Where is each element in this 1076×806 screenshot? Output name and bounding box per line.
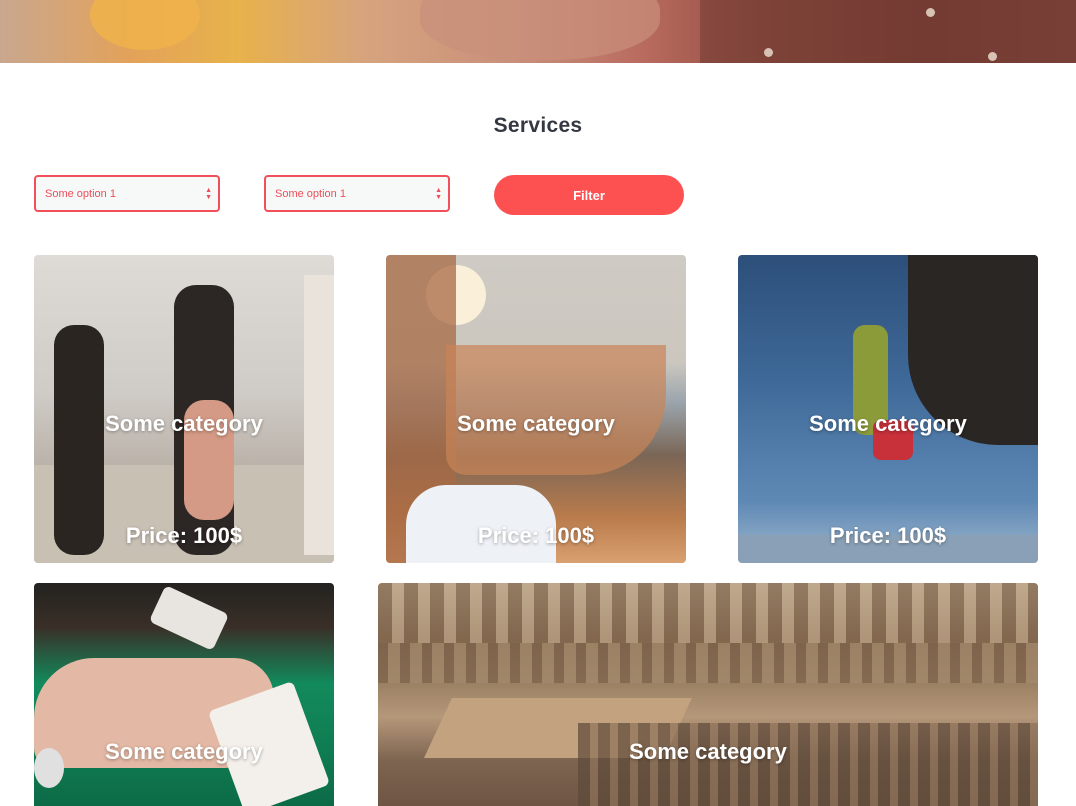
card-category: Some category <box>105 411 263 436</box>
card-category: Some category <box>809 411 967 436</box>
card-category: Some category <box>629 739 787 764</box>
hero-banner-image <box>0 0 1076 63</box>
service-card[interactable]: Some category Price: 100$ <box>34 255 334 563</box>
select-arrows-icon: ▲ ▼ <box>435 187 442 201</box>
service-card[interactable]: Some category Price: 100$ <box>738 255 1038 563</box>
section-title: Services <box>493 114 583 137</box>
card-category: Some category <box>457 411 615 436</box>
service-card[interactable]: Some category Price: 100$ <box>386 255 686 563</box>
poker-cards-photo <box>34 583 334 806</box>
filter-select-1-value: Some option 1 <box>45 187 116 200</box>
filter-button[interactable]: Filter <box>494 175 684 215</box>
card-price: Price: 100$ <box>477 523 595 548</box>
card-price: Price: 100$ <box>125 523 243 548</box>
filter-select-2[interactable]: Some option 1 ▲ ▼ <box>264 175 450 212</box>
colosseum-photo <box>378 583 1038 806</box>
runners-photo <box>34 255 334 563</box>
service-card[interactable]: Some category <box>378 583 1038 806</box>
rock-climber-photo <box>738 255 1038 563</box>
filter-select-2-value: Some option 1 <box>275 187 346 200</box>
filter-select-1[interactable]: Some option 1 ▲ ▼ <box>34 175 220 212</box>
card-price: Price: 100$ <box>829 523 947 548</box>
card-category: Some category <box>105 739 263 764</box>
service-card[interactable]: Some category <box>34 583 334 806</box>
yoga-beach-photo <box>386 255 686 563</box>
select-arrows-icon: ▲ ▼ <box>205 187 212 201</box>
